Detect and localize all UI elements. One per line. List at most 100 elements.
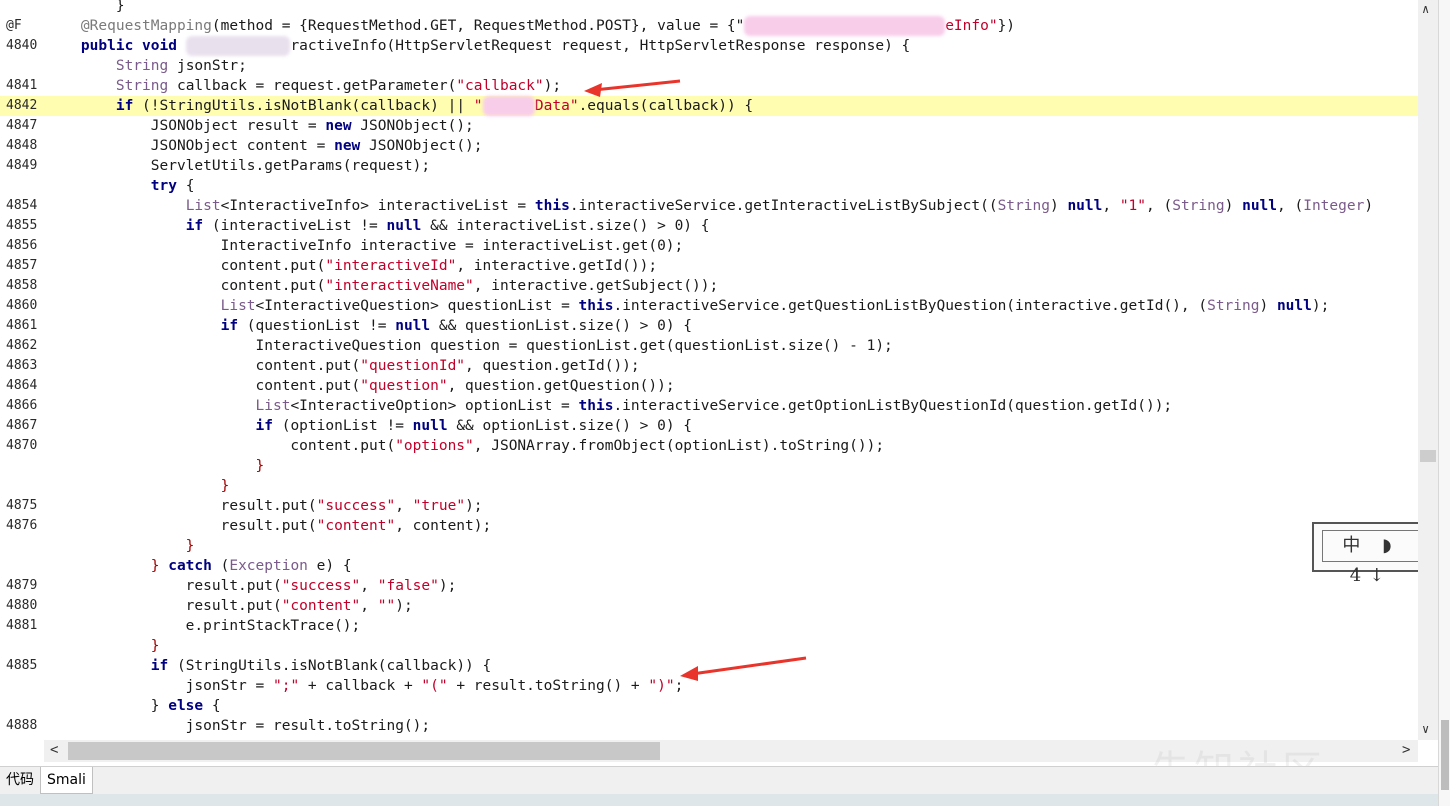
code-line[interactable]: 4861 if (questionList != null && questio… — [0, 316, 1418, 336]
code-token: ); — [395, 598, 413, 614]
code-line[interactable]: 4856 InteractiveInfo interactive = inter… — [0, 236, 1418, 256]
code-line[interactable]: } else { — [0, 696, 1418, 716]
code-line[interactable]: 4847 JSONObject result = new JSONObject(… — [0, 116, 1418, 136]
code-text: if (optionList != null && optionList.siz… — [46, 416, 693, 436]
code-token: JSONObject(); — [351, 118, 474, 134]
line-number: 4860 — [6, 298, 38, 313]
code-line[interactable]: 4888 jsonStr = result.toString(); — [0, 716, 1418, 736]
code-line[interactable]: @F @RequestMapping(method = {RequestMeth… — [0, 16, 1418, 36]
code-text: content.put("question", question.getQues… — [46, 376, 675, 396]
code-text: jsonStr = result.toString(); — [46, 716, 430, 736]
vertical-scroll-thumb[interactable] — [1420, 450, 1436, 462]
code-token: "questionId" — [360, 358, 466, 374]
code-line[interactable]: } catch (Exception e) { — [0, 556, 1418, 576]
code-text: } — [46, 536, 195, 556]
code-token: String — [115, 78, 169, 94]
line-number: 4858 — [6, 278, 38, 293]
code-token: ) — [1259, 298, 1277, 314]
outer-scrollbar[interactable] — [1438, 0, 1450, 806]
code-token: jsonStr; — [168, 58, 247, 74]
code-line[interactable]: 4848 JSONObject content = new JSONObject… — [0, 136, 1418, 156]
scroll-right-icon[interactable]: > — [1402, 742, 1410, 758]
line-number — [0, 636, 50, 656]
code-token: content.put( — [46, 278, 326, 294]
code-token: result.put( — [46, 578, 282, 594]
code-line[interactable]: 4854 List<InteractiveInfo> interactiveLi… — [0, 196, 1418, 216]
scroll-left-icon[interactable]: < — [50, 742, 58, 758]
code-token: } — [46, 478, 230, 494]
code-text: result.put("content", ""); — [46, 596, 413, 616]
code-line[interactable]: } — [0, 636, 1418, 656]
scroll-up-icon[interactable]: ∧ — [1422, 2, 1429, 16]
line-number: 4866 — [6, 398, 38, 413]
code-line[interactable]: } — [0, 476, 1418, 496]
code-line[interactable]: 4864 content.put("question", question.ge… — [0, 376, 1418, 396]
code-line[interactable]: 4876 result.put("content", content); — [0, 516, 1418, 536]
code-line[interactable]: 4863 content.put("questionId", question.… — [0, 356, 1418, 376]
code-token: content.put( — [46, 378, 361, 394]
code-line[interactable]: 4840 public void xxxxxxxxxxxxractiveInfo… — [0, 36, 1418, 56]
outer-scroll-thumb[interactable] — [1441, 720, 1449, 790]
code-token: <InteractiveInfo> interactiveList = — [220, 198, 535, 214]
code-line[interactable]: 4860 List<InteractiveQuestion> questionL… — [0, 296, 1418, 316]
code-line[interactable]: 4880 result.put("content", ""); — [0, 596, 1418, 616]
code-line[interactable]: 4881 e.printStackTrace(); — [0, 616, 1418, 636]
stamp-text: 中 ◗ 4↓ — [1322, 530, 1420, 586]
code-token: ServletUtils.getParams(request); — [46, 158, 431, 174]
line-number: 4842 — [6, 98, 38, 113]
code-text: result.put("success", "false"); — [46, 576, 457, 596]
code-token: " — [473, 98, 483, 114]
redacted-token: xxxxxxxxxxxxxxxxxxxxxxx — [744, 16, 946, 36]
code-line[interactable]: 4875 result.put("success", "true"); — [0, 496, 1418, 516]
code-line[interactable]: 4866 List<InteractiveOption> optionList … — [0, 396, 1418, 416]
code-line[interactable]: 4855 if (interactiveList != null && inte… — [0, 216, 1418, 236]
line-number — [0, 556, 50, 576]
line-number — [0, 176, 50, 196]
code-line[interactable]: } — [0, 536, 1418, 556]
code-text: if (questionList != null && questionList… — [46, 316, 692, 336]
code-line[interactable]: } — [0, 456, 1418, 476]
tab-code[interactable]: 代码 — [0, 767, 40, 793]
code-line[interactable]: 4841 String callback = request.getParame… — [0, 76, 1418, 96]
horizontal-scroll-thumb[interactable] — [68, 742, 660, 760]
line-number: 4857 — [6, 258, 38, 273]
line-number: 4885 — [6, 658, 38, 673]
tab-smali[interactable]: Smali — [40, 767, 93, 794]
vertical-scrollbar[interactable]: ∧ ∨ — [1418, 0, 1438, 740]
line-number: 4879 — [6, 578, 38, 593]
code-line[interactable]: 4870 content.put("options", JSONArray.fr… — [0, 436, 1418, 456]
scroll-down-icon[interactable]: ∨ — [1422, 722, 1429, 736]
code-token: jsonStr = — [46, 678, 273, 694]
code-token: content.put( — [46, 438, 396, 454]
code-line[interactable]: try { — [0, 176, 1418, 196]
line-number — [0, 456, 50, 476]
code-token: "interactiveId" — [325, 258, 457, 274]
code-token: } — [46, 558, 169, 574]
code-token: , interactive.getId()); — [456, 258, 658, 274]
code-token: <InteractiveOption> optionList = — [290, 398, 579, 414]
code-line[interactable]: 4857 content.put("interactiveId", intera… — [0, 256, 1418, 276]
code-editor[interactable]: } @F @RequestMapping(method = {RequestMet… — [0, 0, 1418, 740]
code-line[interactable]: 4879 result.put("success", "false"); — [0, 576, 1418, 596]
code-line[interactable]: 4858 content.put("interactiveName", inte… — [0, 276, 1418, 296]
code-line[interactable]: 4842 if (!StringUtils.isNotBlank(callbac… — [0, 96, 1418, 116]
code-token: (method = {RequestMethod.GET, RequestMet… — [211, 18, 745, 34]
code-token: InteractiveQuestion question = questionL… — [46, 338, 893, 354]
code-line[interactable]: 4862 InteractiveQuestion question = ques… — [0, 336, 1418, 356]
code-token: if — [115, 98, 134, 114]
code-line[interactable]: 4867 if (optionList != null && optionLis… — [0, 416, 1418, 436]
code-line[interactable]: } — [0, 0, 1418, 16]
code-line[interactable]: String jsonStr; — [0, 56, 1418, 76]
redacted-token: xxxxxx — [482, 96, 535, 116]
code-line[interactable]: 4849 ServletUtils.getParams(request); — [0, 156, 1418, 176]
code-token: e.printStackTrace(); — [46, 618, 361, 634]
code-token: public void — [80, 38, 177, 54]
line-number: 4856 — [6, 238, 38, 253]
